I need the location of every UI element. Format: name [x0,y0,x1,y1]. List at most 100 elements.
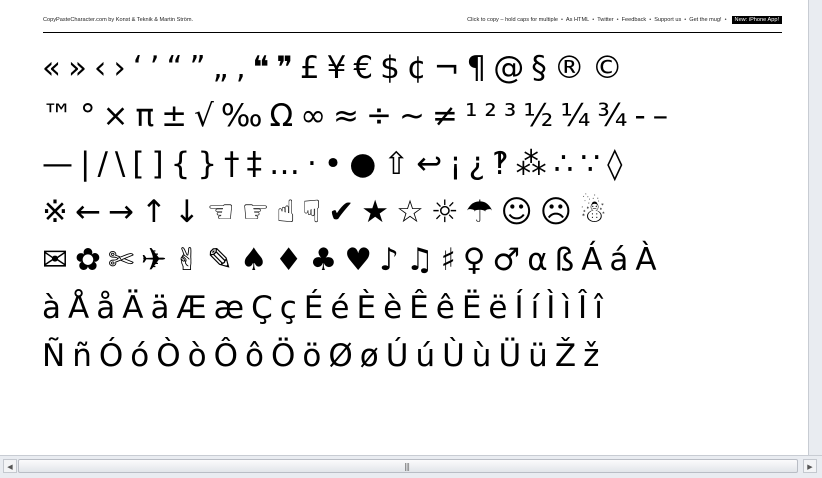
character-cell[interactable]: Ž [555,332,576,380]
character-cell[interactable]: ¹ [465,92,477,140]
character-cell[interactable]: ≈ [333,92,359,140]
character-cell[interactable]: ♠ [240,236,268,284]
character-cell[interactable]: → [108,188,134,236]
character-cell[interactable]: ♪ [379,236,399,284]
character-cell[interactable]: ↑ [141,188,167,236]
character-cell[interactable]: { [171,140,191,188]
horizontal-scrollbar[interactable]: ◀ ||| ▶ [0,455,822,478]
character-cell[interactable]: ½ [523,92,553,140]
character-cell[interactable]: ∴ [554,140,574,188]
character-cell[interactable]: ※ [42,188,68,236]
character-cell[interactable]: ≠ [432,92,458,140]
character-cell[interactable]: ² [484,92,496,140]
character-cell[interactable]: ± [161,92,187,140]
character-cell[interactable]: ☂ [466,188,494,236]
character-cell[interactable]: ³ [504,92,516,140]
character-cell[interactable]: § [531,44,547,92]
character-cell[interactable]: \ [115,140,125,188]
character-cell[interactable]: Ò [156,332,180,380]
get-the-mug-link[interactable]: Get the mug! [689,16,721,24]
character-cell[interactable]: ● [349,140,376,188]
character-cell[interactable]: ♯ [441,236,456,284]
character-cell[interactable]: ✎ [207,236,233,284]
character-cell[interactable]: ™ [42,92,73,140]
character-cell[interactable]: ✄ [108,236,134,284]
character-cell[interactable]: ú [415,332,435,380]
character-cell[interactable]: É [304,284,324,332]
character-cell[interactable]: ü [528,332,548,380]
character-cell[interactable]: Ü [498,332,521,380]
character-cell[interactable]: á [609,236,628,284]
character-cell[interactable]: ® [554,44,585,92]
character-cell[interactable]: ’ [150,44,160,92]
character-cell[interactable]: « [42,44,61,92]
as-html-link[interactable]: As HTML [566,16,589,24]
character-cell[interactable]: ☼ [431,188,459,236]
character-cell[interactable]: Å [68,284,89,332]
character-cell[interactable]: ☆ [396,188,424,236]
character-cell[interactable]: ☜ [207,188,235,236]
character-cell[interactable]: ✉ [42,236,68,284]
character-cell[interactable]: † [224,140,240,188]
character-cell[interactable]: Í [514,284,523,332]
character-cell[interactable]: Ø [328,332,352,380]
character-cell[interactable]: æ [214,284,244,332]
twitter-link[interactable]: Twitter [597,16,613,24]
character-cell[interactable]: ♂ [492,236,520,284]
character-cell[interactable]: ❞ [276,44,293,92]
character-cell[interactable]: × [103,92,129,140]
character-cell[interactable]: ☺ [500,188,532,236]
character-cell[interactable]: ¡ [449,140,461,188]
character-cell[interactable]: ∵ [580,140,600,188]
character-cell[interactable]: ↩ [416,140,442,188]
character-cell[interactable]: Ù [442,332,465,380]
character-cell[interactable]: £ [300,44,320,92]
character-cell[interactable]: ¥ [327,44,347,92]
character-cell[interactable]: π [135,92,154,140]
character-cell[interactable]: Ô [214,332,238,380]
character-cell[interactable]: ☞ [242,188,270,236]
character-cell[interactable]: ☹ [540,188,572,236]
character-cell[interactable]: „ [213,44,229,92]
character-cell[interactable]: ž [583,332,599,380]
character-cell[interactable]: Ö [271,332,295,380]
character-cell[interactable]: ◊ [607,140,622,188]
character-cell[interactable]: › [113,44,125,92]
character-cell[interactable]: ù [472,332,492,380]
character-cell[interactable]: ‘ [133,44,143,92]
character-cell[interactable]: ¬ [434,44,460,92]
character-cell[interactable]: ¾ [597,92,627,140]
character-cell[interactable]: ¿ [469,140,485,188]
character-cell[interactable]: ¢ [407,44,427,92]
character-cell[interactable]: ó [130,332,149,380]
character-cell[interactable]: ç [280,284,297,332]
feedback-link[interactable]: Feedback [622,16,647,24]
character-cell[interactable]: α [527,236,547,284]
character-cell[interactable]: Ä [122,284,143,332]
iphone-app-button[interactable]: New: iPhone App! [731,16,782,24]
character-cell[interactable]: ¼ [560,92,590,140]
character-cell[interactable]: ♣ [310,236,338,284]
character-cell[interactable]: ☃ [579,188,607,236]
character-cell[interactable]: ö [302,332,321,380]
character-cell[interactable]: ↓ [174,188,200,236]
character-cell[interactable]: – [653,92,669,140]
character-cell[interactable]: ô [245,332,264,380]
character-cell[interactable]: ~ [399,92,425,140]
character-cell[interactable]: è [383,284,402,332]
character-cell[interactable]: Î [578,284,587,332]
character-cell[interactable]: @ [493,44,524,92]
character-cell[interactable]: à [42,284,61,332]
character-cell[interactable]: ñ [72,332,92,380]
character-cell[interactable]: ‽ [492,140,508,188]
scroll-right-icon[interactable]: ▶ [803,459,817,473]
character-cell[interactable]: ⇧ [383,140,409,188]
character-cell[interactable]: ♫ [406,236,434,284]
character-cell[interactable]: é [330,284,349,332]
character-cell[interactable]: ÷ [366,92,392,140]
character-cell[interactable]: ‡ [247,140,263,188]
character-cell[interactable]: ‚ [236,44,246,92]
character-cell[interactable]: | [80,140,90,188]
character-cell[interactable]: ♥ [344,236,372,284]
character-cell[interactable]: ë [488,284,507,332]
